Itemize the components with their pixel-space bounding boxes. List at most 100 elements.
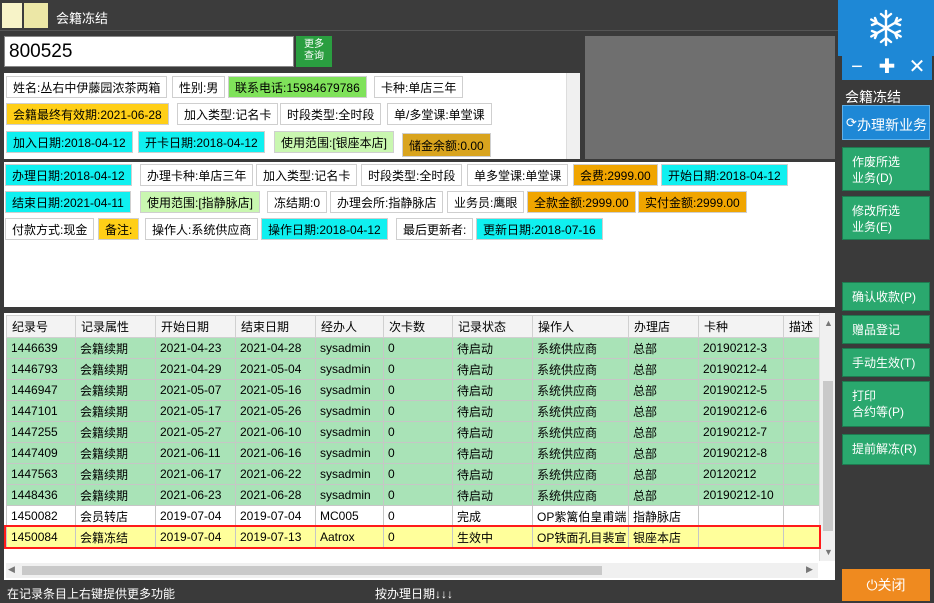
edit-selected-button[interactable]: 修改所选 业务(E): [842, 196, 930, 240]
member-search-input[interactable]: 800525: [4, 36, 294, 67]
table-cell: [783, 400, 820, 422]
detail-payment: 付款方式:现金: [5, 218, 95, 240]
member-photo: [585, 36, 835, 159]
table-row[interactable]: 1448436 会籍续期 2021-06-23 2021-06-28 sysadmin 0…: [6, 484, 820, 506]
table-cell: 指静脉店: [628, 505, 699, 527]
table-cell: 银座本店: [628, 526, 699, 548]
column-header[interactable]: 次卡数: [383, 315, 453, 338]
table-cell: 0: [383, 484, 453, 506]
minimize-icon[interactable]: −: [842, 56, 872, 80]
close-icon[interactable]: ✕: [902, 56, 932, 80]
table-cell: 总部: [628, 421, 699, 443]
snowflake-header: [838, 0, 934, 56]
table-cell: [698, 505, 784, 527]
table-cell: 会籍续期: [75, 379, 156, 401]
detail-start-date: 开始日期:2018-04-12: [661, 164, 788, 186]
scroll-thumb[interactable]: [823, 381, 833, 531]
table-cell: OP紫篱伯皇甫端: [532, 505, 629, 527]
table-cell: 1446639: [6, 337, 76, 359]
member-name: 姓名:丛右中伊藤园浓茶两箱: [6, 76, 168, 98]
detail-period-type: 时段类型:全时段: [361, 164, 463, 186]
table-cell: 会籍续期: [75, 442, 156, 464]
table-cell: [783, 526, 820, 548]
manual-activate-button[interactable]: 手动生效(T): [842, 348, 930, 377]
more-query-button[interactable]: 更多 查询: [296, 36, 332, 67]
column-header[interactable]: 卡种: [698, 315, 784, 338]
maximize-icon[interactable]: ✚: [872, 56, 902, 80]
column-header[interactable]: 描述: [783, 315, 820, 338]
member-join-type: 加入类型:记名卡: [177, 103, 279, 125]
table-cell: 1447255: [6, 421, 76, 443]
scroll-down-icon[interactable]: ▼: [824, 547, 833, 557]
table-row-selected[interactable]: 1450084 会籍冻结 2019-07-04 2019-07-13 Aatrox 0 生效…: [6, 526, 820, 548]
table-cell: 2021-05-26: [235, 400, 316, 422]
table-cell: 待启动: [452, 400, 533, 422]
table-row[interactable]: 1450082 会员转店 2019-07-04 2019-07-04 MC005 0 完成 O…: [6, 505, 820, 527]
detail-update-date: 更新日期:2018-07-16: [476, 218, 603, 240]
table-cell: 20190212-6: [698, 400, 784, 422]
table-cell: sysadmin: [315, 379, 384, 401]
member-gender: 性别:男: [172, 76, 226, 98]
table-cell: 总部: [628, 400, 699, 422]
table-row[interactable]: 1446947 会籍续期 2021-05-07 2021-05-16 sysadmin 0…: [6, 379, 820, 401]
close-button[interactable]: ⏻关闭: [842, 569, 930, 601]
table-row[interactable]: 1447255 会籍续期 2021-05-27 2021-06-10 sysadmin 0…: [6, 421, 820, 443]
column-header[interactable]: 记录状态: [452, 315, 533, 338]
table-cell: 待启动: [452, 421, 533, 443]
table-cell: 2021-06-11: [155, 442, 236, 464]
sidebar-title: 会籍冻结: [845, 89, 901, 105]
scroll-left-icon[interactable]: ◀: [8, 564, 15, 575]
scroll-up-icon[interactable]: ▲: [824, 318, 833, 328]
table-row[interactable]: 1446639 会籍续期 2021-04-23 2021-04-28 sysadmin 0…: [6, 337, 820, 359]
column-header[interactable]: 开始日期: [155, 315, 236, 338]
table-horizontal-scrollbar[interactable]: ◀ ▶: [6, 563, 818, 578]
table-vertical-scrollbar[interactable]: ▲ ▼: [819, 313, 835, 561]
h-scroll-thumb[interactable]: [22, 566, 602, 575]
member-open-date: 开卡日期:2018-04-12: [138, 131, 265, 153]
sort-indicator[interactable]: 按办理日期↓↓↓: [375, 585, 453, 602]
early-unfreeze-button[interactable]: 提前解冻(R): [842, 434, 930, 465]
detail-process-store: 办理会所:指静脉店: [330, 191, 444, 213]
table-cell: sysadmin: [315, 442, 384, 464]
column-header[interactable]: 办理店: [628, 315, 699, 338]
table-cell: 2021-04-29: [155, 358, 236, 380]
table-cell: 1450084: [6, 526, 76, 548]
member-info-panel: 姓名:丛右中伊藤园浓茶两箱 性别:男 联系电话:15984679786 卡种:单…: [4, 73, 580, 159]
column-header[interactable]: 纪录号: [6, 315, 76, 338]
table-cell: 2021-05-07: [155, 379, 236, 401]
table-cell: 2021-06-23: [155, 484, 236, 506]
table-cell: 2019-07-13: [235, 526, 316, 548]
detail-fee: 会费:2999.00: [573, 164, 658, 186]
table-cell: 总部: [628, 379, 699, 401]
table-cell: 会籍续期: [75, 358, 156, 380]
confirm-payment-button[interactable]: 确认收款(P): [842, 282, 930, 311]
table-cell: 0: [383, 400, 453, 422]
table-cell: Aatrox: [315, 526, 384, 548]
table-row[interactable]: 1446793 会籍续期 2021-04-29 2021-05-04 sysadmin 0…: [6, 358, 820, 380]
column-header[interactable]: 操作人: [532, 315, 629, 338]
detail-operate-date: 操作日期:2018-04-12: [261, 218, 388, 240]
info-scrollbar[interactable]: [566, 73, 580, 159]
scroll-right-icon[interactable]: ▶: [806, 564, 813, 575]
detail-freeze-count: 冻结期:0: [267, 191, 328, 213]
column-header[interactable]: 结束日期: [235, 315, 316, 338]
table-row[interactable]: 1447409 会籍续期 2021-06-11 2021-06-16 sysadmin 0…: [6, 442, 820, 464]
gift-register-button[interactable]: 赠品登记: [842, 315, 930, 344]
detail-note: 备注:: [98, 218, 140, 240]
column-header[interactable]: 记录属性: [75, 315, 156, 338]
table-cell: [698, 526, 784, 548]
table-row[interactable]: 1447101 会籍续期 2021-05-17 2021-05-26 sysadmin 0…: [6, 400, 820, 422]
app-logo-icon: [2, 3, 22, 28]
column-header[interactable]: 经办人: [315, 315, 384, 338]
table-cell: 2021-04-28: [235, 337, 316, 359]
member-card-type: 卡种:单店三年: [374, 76, 464, 98]
table-row[interactable]: 1447563 会籍续期 2021-06-17 2021-06-22 sysadmin 0…: [6, 463, 820, 485]
table-cell: 系统供应商: [532, 400, 629, 422]
window-title: 会籍冻结: [56, 11, 109, 26]
void-selected-button[interactable]: 作废所选 业务(D): [842, 147, 930, 191]
table-cell: MC005: [315, 505, 384, 527]
new-business-button[interactable]: ⟳ 办理新业务: [842, 105, 930, 140]
detail-total-amount: 全款金额:2999.00: [527, 191, 636, 213]
print-contract-button[interactable]: 打印 合约等(P): [842, 381, 930, 427]
table-cell: 0: [383, 526, 453, 548]
